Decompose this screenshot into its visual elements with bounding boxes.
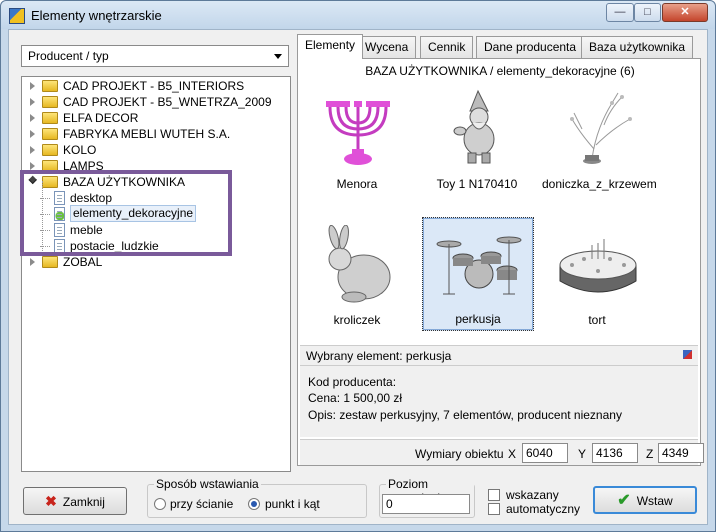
filter-combo-value: Producent / typ xyxy=(28,49,109,63)
tree-item[interactable]: CAD PROJEKT - B5_INTERIORS xyxy=(30,78,280,94)
plant-pot-icon xyxy=(570,92,632,164)
dimensions-row: Wymiary obiektu X 6040 Y 4136 Z 4349 xyxy=(300,439,704,465)
folder-icon xyxy=(42,256,58,268)
close-icon: ✖ xyxy=(45,493,57,509)
gallery-item-kroliczek[interactable]: kroliczek xyxy=(302,219,414,333)
elements-panel: BAZA UŻYTKOWNIKA / elementy_dekoracyjne … xyxy=(297,58,704,466)
insert-level-input[interactable]: 0 xyxy=(382,494,470,514)
gallery-item-label: tort xyxy=(588,313,606,327)
tree-item-label: KOLO xyxy=(63,143,97,157)
title-bar[interactable]: Elementy wnętrzarskie — □ ✕ xyxy=(1,1,715,29)
tab-dane-producenta[interactable]: Dane producenta xyxy=(476,36,585,58)
z-dimension-input[interactable]: 4349 xyxy=(658,443,704,463)
expand-icon[interactable] xyxy=(30,98,35,106)
close-dialog-button[interactable]: ✖ Zamknij xyxy=(23,487,127,515)
checkbox-shown-label: wskazany xyxy=(506,488,559,502)
tab-elementy[interactable]: Elementy xyxy=(297,34,364,59)
element-gallery: Menora Toy 1 N170410 doniczka_z_krzewem … xyxy=(300,81,698,337)
y-dimension-input[interactable]: 4136 xyxy=(592,443,638,463)
element-details: Kod producenta: Cena: 1 500,00 zł Opis: … xyxy=(300,365,698,437)
radio-point-angle[interactable] xyxy=(248,498,260,510)
gallery-item-label: Menora xyxy=(336,177,378,191)
gallery-item-menora[interactable]: Menora xyxy=(302,83,414,197)
gallery-item-tort[interactable]: tort xyxy=(542,219,654,333)
radio-wall[interactable] xyxy=(154,498,166,510)
app-icon xyxy=(9,8,25,24)
folder-icon xyxy=(42,112,58,124)
insert-button-label: Wstaw xyxy=(636,494,673,508)
tab-baza-uzytkownika[interactable]: Baza użytkownika xyxy=(581,36,694,58)
radio-wall-label: przy ścianie xyxy=(170,497,234,511)
gnome-icon xyxy=(453,89,495,164)
y-label: Y xyxy=(578,447,587,461)
gallery-item-label: Toy 1 N170410 xyxy=(436,177,518,191)
gallery-item-label: kroliczek xyxy=(333,313,381,327)
close-button[interactable]: ✕ xyxy=(662,3,708,22)
description: Opis: zestaw perkusyjny, 7 elementów, pr… xyxy=(308,408,622,422)
drum-kit-icon xyxy=(436,236,522,295)
selected-element-bar: Wybrany element: perkusja xyxy=(300,345,698,365)
expand-icon[interactable] xyxy=(30,162,35,170)
insert-method-title: Sposób wstawiania xyxy=(154,477,261,491)
gallery-item-doniczka[interactable]: doniczka_z_krzewem xyxy=(542,83,657,197)
tree-item-label: FABRYKA MEBLI WUTEH S.A. xyxy=(63,127,231,141)
insert-level-group: Poziom wstawienia 0 xyxy=(379,477,475,518)
tree-item[interactable]: ELFA DECOR xyxy=(30,110,280,126)
folder-icon xyxy=(42,144,58,156)
gallery-item-perkusja[interactable]: perkusja xyxy=(422,217,534,331)
bottom-bar: ✖ Zamknij Sposób wstawiania przy ścianie … xyxy=(13,477,705,522)
maximize-button[interactable]: □ xyxy=(634,3,661,22)
tab-cennik[interactable]: Cennik xyxy=(420,36,474,58)
expand-icon[interactable] xyxy=(30,130,35,138)
expand-icon[interactable] xyxy=(30,114,35,122)
x-dimension-input[interactable]: 6040 xyxy=(522,443,568,463)
radio-point-angle-label: punkt i kąt xyxy=(265,497,320,511)
folder-icon xyxy=(42,80,58,92)
tree-item-label: CAD PROJEKT - B5_INTERIORS xyxy=(63,79,245,93)
window-title: Elementy wnętrzarskie xyxy=(31,8,162,23)
insert-button[interactable]: ✔ Wstaw xyxy=(593,486,697,514)
checkbox-shown[interactable] xyxy=(488,489,500,501)
expand-icon[interactable] xyxy=(30,258,35,266)
cake-icon xyxy=(559,239,637,293)
tree-item[interactable]: FABRYKA MEBLI WUTEH S.A. xyxy=(30,126,280,142)
pin-icon[interactable] xyxy=(683,350,692,359)
tree-item-label: ZOBAL xyxy=(63,255,103,269)
checkbox-auto-label: automatyczny xyxy=(506,502,581,516)
dimensions-label: Wymiary obiektu xyxy=(415,447,504,461)
chevron-down-icon[interactable] xyxy=(274,54,282,59)
tree-item[interactable]: KOLO xyxy=(30,142,280,158)
tab-strip: Elementy Wycena Cennik Dane producenta B… xyxy=(297,34,697,59)
expand-icon[interactable] xyxy=(30,146,35,154)
folder-icon xyxy=(42,96,58,108)
dialog-window: Elementy wnętrzarskie — □ ✕ Producent / … xyxy=(0,0,716,532)
tree-item-label: CAD PROJEKT - B5_WNETRZA_2009 xyxy=(63,95,272,109)
filter-combo[interactable]: Producent / typ xyxy=(21,45,289,67)
menorah-icon xyxy=(326,101,390,165)
checkmark-icon: ✔ xyxy=(617,492,631,509)
gallery-item-label: doniczka_z_krzewem xyxy=(542,177,657,191)
checkbox-auto[interactable] xyxy=(488,503,500,515)
insert-method-group: Sposób wstawiania przy ścianie punkt i k… xyxy=(147,477,367,518)
x-label: X xyxy=(508,447,517,461)
tab-wycena[interactable]: Wycena xyxy=(357,36,417,58)
gallery-item-label: perkusja xyxy=(455,312,501,326)
expand-icon[interactable] xyxy=(30,82,35,90)
breadcrumb: BAZA UŻYTKOWNIKA / elementy_dekoracyjne … xyxy=(365,64,635,78)
catalog-tree[interactable]: CAD PROJEKT - B5_INTERIORS CAD PROJEKT - … xyxy=(21,76,291,472)
close-dialog-label: Zamknij xyxy=(62,495,105,509)
producer-code: Kod producenta: xyxy=(308,375,397,389)
rabbit-icon xyxy=(328,225,391,303)
tree-item-label: ELFA DECOR xyxy=(63,111,139,125)
price: Cena: 1 500,00 zł xyxy=(308,391,403,405)
folder-icon xyxy=(42,128,58,140)
selected-element-text: Wybrany element: perkusja xyxy=(306,349,452,363)
minimize-button[interactable]: — xyxy=(606,3,634,22)
tree-item[interactable]: ZOBAL xyxy=(30,254,280,270)
gallery-item-toy[interactable]: Toy 1 N170410 xyxy=(422,83,534,197)
selection-highlight-box xyxy=(20,170,232,256)
tree-item[interactable]: CAD PROJEKT - B5_WNETRZA_2009 xyxy=(30,94,280,110)
z-label: Z xyxy=(646,447,654,461)
dialog-client: Producent / typ CAD PROJEKT - B5_INTERIO… xyxy=(8,29,708,525)
